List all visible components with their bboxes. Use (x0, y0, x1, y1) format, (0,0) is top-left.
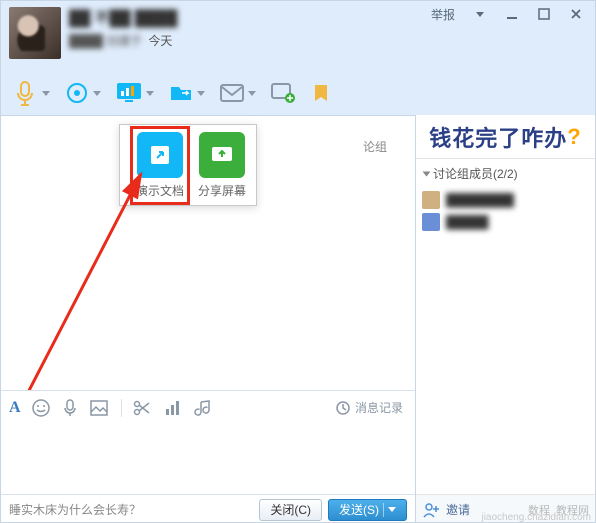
action-toolbar (1, 71, 595, 115)
group-subtitle-blurred: ████ 创建于 (69, 32, 142, 49)
chat-area: 论组 演示文档 分享屏幕 (1, 116, 415, 390)
screen-share-icon (115, 81, 143, 105)
emoji-icon (31, 398, 51, 418)
chevron-down-icon (248, 91, 256, 96)
chevron-down-icon (423, 171, 431, 176)
minimize-icon (506, 8, 518, 20)
report-label: 举报 (431, 6, 455, 23)
members-header[interactable]: 讨论组成员(2/2) (416, 159, 595, 188)
screenshot-button[interactable] (132, 399, 154, 417)
present-doc-icon (137, 132, 183, 178)
member-item[interactable]: █████ (422, 212, 589, 232)
minimize-button[interactable] (497, 3, 527, 25)
send-file-button[interactable] (166, 80, 207, 106)
chevron-down-icon (146, 91, 154, 96)
dropdown-button[interactable] (465, 3, 495, 25)
chevron-down-icon (197, 91, 205, 96)
promo-banner[interactable]: 钱花完了咋办? (416, 115, 595, 159)
mail-button[interactable] (217, 81, 258, 105)
voice-icon (11, 79, 39, 107)
message-banner: 论组 (363, 138, 387, 155)
favorite-icon (310, 82, 332, 104)
share-popup: 演示文档 分享屏幕 (119, 124, 257, 206)
member-avatar (422, 213, 440, 231)
group-avatar[interactable] (9, 7, 61, 59)
hint-link[interactable]: 睡实木床为什么会长寿？ (9, 501, 141, 518)
right-pane: 钱花完了咋办? 讨论组成员(2/2) ████████ █████ 邀请 (415, 115, 595, 523)
history-button[interactable]: 消息记录 (335, 399, 407, 416)
bottom-bar: 睡实木床为什么会长寿？ 关闭(C) 发送(S) (1, 494, 415, 523)
send-button[interactable]: 发送(S) (328, 499, 407, 521)
member-name: ████████ (446, 193, 514, 207)
report-button[interactable]: 举报 (423, 6, 463, 23)
present-doc-button[interactable]: 演示文档 (136, 132, 184, 199)
invite-label[interactable]: 邀请 (446, 501, 470, 518)
voice-call-button[interactable] (9, 77, 52, 109)
invite-bar: 邀请 数程 教程网 jiaocheng.chazidian.com (416, 494, 595, 523)
share-screen-button[interactable]: 分享屏幕 (198, 132, 246, 199)
chevron-down-icon (388, 507, 396, 512)
left-pane: 论组 演示文档 分享屏幕 (1, 115, 415, 523)
voice-msg-button[interactable] (61, 398, 79, 418)
add-app-button[interactable] (268, 80, 298, 106)
history-icon (335, 400, 351, 416)
chevron-down-icon (42, 91, 50, 96)
highlight-box: 演示文档 (130, 126, 190, 205)
member-name: █████ (446, 215, 489, 229)
group-subtitle: 今天 (148, 32, 172, 49)
chart-icon (164, 399, 182, 417)
share-screen-label: 分享屏幕 (198, 182, 246, 199)
close-button[interactable] (561, 3, 591, 25)
maximize-button[interactable] (529, 3, 559, 25)
promo-q: ? (567, 124, 581, 150)
emoji-button[interactable] (31, 398, 51, 418)
content-area: 论组 演示文档 分享屏幕 (1, 115, 595, 523)
invite-icon (422, 502, 440, 518)
chat-window: ██ 不██ ████ ████ 创建于 今天 举报 (0, 0, 596, 523)
edit-toolbar: A (1, 390, 415, 424)
screen-share-button[interactable] (113, 79, 156, 107)
chevron-down-icon (476, 12, 484, 17)
mail-icon (219, 83, 245, 103)
message-input[interactable] (1, 424, 415, 494)
font-button[interactable]: A (9, 399, 21, 417)
titlebar: ██ 不██ ████ ████ 创建于 今天 举报 (1, 1, 595, 71)
send-file-icon (168, 82, 194, 104)
members-header-label: 讨论组成员(2/2) (433, 165, 518, 182)
mic-icon (61, 398, 79, 418)
maximize-icon (538, 8, 550, 20)
scissors-icon (132, 399, 152, 417)
source-watermark: jiaocheng.chazidian.com (481, 512, 591, 523)
present-doc-label: 演示文档 (136, 182, 184, 199)
member-list: ████████ █████ (416, 188, 595, 494)
close-icon (570, 8, 582, 20)
history-label: 消息记录 (355, 399, 403, 416)
window-controls: 举报 (423, 1, 595, 27)
close-chat-button[interactable]: 关闭(C) (259, 499, 322, 521)
member-avatar (422, 191, 440, 209)
favorite-button[interactable] (308, 80, 334, 106)
separator (121, 399, 122, 417)
chart-button[interactable] (164, 399, 184, 417)
group-title: ██ 不██ ████ (69, 7, 177, 28)
video-call-button[interactable] (62, 78, 103, 108)
image-icon (89, 399, 109, 417)
promo-text: 钱花完了咋办 (429, 121, 567, 153)
music-button[interactable] (194, 399, 214, 417)
chevron-down-icon (93, 91, 101, 96)
image-button[interactable] (89, 399, 111, 417)
video-icon (64, 80, 90, 106)
music-icon (194, 399, 212, 417)
add-app-icon (270, 82, 296, 104)
member-item[interactable]: ████████ (422, 190, 589, 210)
share-screen-menu-icon (199, 132, 245, 178)
